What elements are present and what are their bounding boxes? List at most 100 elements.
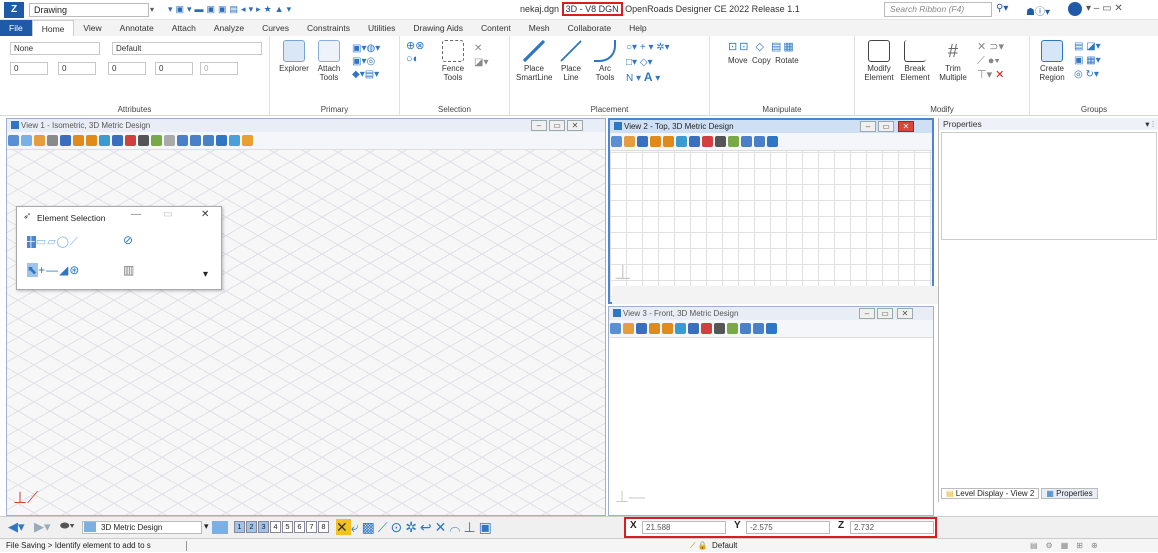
color-select[interactable]: 0 bbox=[10, 62, 48, 75]
selection-method-icons[interactable]: ┼▭▱◯⟋ bbox=[27, 235, 79, 249]
view-rotation-icon[interactable] bbox=[229, 135, 240, 146]
avatar[interactable] bbox=[1068, 2, 1082, 16]
placement-small-tools[interactable]: ○▾ + ▾ ✲▾ □▾ ◇▾ N ▾ A ▾ bbox=[626, 40, 670, 86]
tab-properties[interactable]: ▦ Properties bbox=[1041, 487, 1098, 499]
pin-icon[interactable]: ▾ ⫶ bbox=[1145, 118, 1154, 130]
arc-tools-button[interactable]: Arc Tools bbox=[590, 40, 620, 82]
lock-icon[interactable]: ⟋ 🔒 bbox=[690, 539, 708, 553]
selection-tools[interactable]: ⊕⊗ ○◐ bbox=[406, 40, 424, 66]
workflow-selector[interactable]: Drawing bbox=[29, 3, 149, 17]
maximize-button[interactable]: ▭ bbox=[163, 209, 172, 220]
line-weight-select[interactable]: 0 bbox=[108, 62, 146, 75]
snap-icon[interactable]: ✕ bbox=[336, 519, 351, 535]
view-previous-icon[interactable] bbox=[727, 323, 738, 334]
tab-annotate[interactable]: Annotate bbox=[111, 20, 163, 36]
window-area-icon[interactable] bbox=[675, 323, 686, 334]
zoom-out-icon[interactable] bbox=[662, 323, 673, 334]
active-level[interactable]: Default bbox=[712, 539, 737, 553]
tab-analyze[interactable]: Analyze bbox=[205, 20, 253, 36]
clear-selection-icon[interactable]: ✕ ◪▾ bbox=[474, 42, 488, 70]
place-line-button[interactable]: Place Line bbox=[556, 40, 586, 82]
groups-small-tools[interactable]: ▤ ◪▾ ▣ ▦▾ ◎ ↻▾ bbox=[1074, 40, 1101, 82]
copy-view-icon[interactable] bbox=[741, 136, 752, 147]
view-next-icon[interactable] bbox=[164, 135, 175, 146]
clip-mask-icon[interactable] bbox=[203, 135, 214, 146]
close-button[interactable]: ✕ bbox=[201, 209, 209, 220]
primary-small-tools[interactable]: ▣▾◍▾ ▣▾◎ ◆▾▤▾ bbox=[352, 42, 392, 81]
modify-element-button[interactable]: Modify Element bbox=[861, 40, 897, 82]
level-select[interactable]: None bbox=[10, 42, 100, 55]
search-ribbon-input[interactable]: Search Ribbon (F4) bbox=[884, 2, 992, 17]
zoom-out-icon[interactable] bbox=[86, 135, 97, 146]
model-type-icon[interactable]: ⬬▾ bbox=[60, 520, 75, 533]
priority-select[interactable]: 0 bbox=[200, 62, 238, 75]
modify-small-tools[interactable]: ✕ ⊃▾ ⟋ ●▾ ⊤▾ ✕ bbox=[977, 40, 1004, 82]
update-view-icon[interactable] bbox=[60, 135, 71, 146]
rotate-button[interactable]: Rotate bbox=[775, 56, 799, 65]
tab-collaborate[interactable]: Collaborate bbox=[559, 20, 620, 36]
saved-view-icon[interactable] bbox=[766, 323, 777, 334]
tab-utilities[interactable]: Utilities bbox=[359, 20, 404, 36]
minimize-button[interactable]: – bbox=[531, 120, 547, 131]
tab-file[interactable]: File bbox=[0, 20, 32, 36]
line-style-select[interactable]: 0 bbox=[58, 62, 96, 75]
keyin-icon[interactable]: ▣ bbox=[479, 519, 495, 535]
trim-multiple-button[interactable]: # Trim Multiple bbox=[935, 40, 971, 82]
fit-view-icon[interactable] bbox=[688, 323, 699, 334]
view-8-button[interactable]: 8 bbox=[318, 521, 329, 533]
view-3-front[interactable]: View 3 - Front, 3D Metric Design – ▭ ✕ ⊥… bbox=[608, 306, 934, 516]
view-7-button[interactable]: 7 bbox=[306, 521, 317, 533]
view-6-button[interactable]: 6 bbox=[294, 521, 305, 533]
lighting-icon[interactable] bbox=[34, 135, 45, 146]
help-icon[interactable]: ☗ⓘ▾ bbox=[1026, 3, 1050, 18]
tab-constraints[interactable]: Constraints bbox=[298, 20, 359, 36]
display-style-icon[interactable] bbox=[21, 135, 32, 146]
app-logo-icon[interactable]: Z bbox=[4, 2, 24, 18]
minimize-button[interactable]: — bbox=[131, 209, 141, 220]
view-attributes-icon[interactable] bbox=[611, 136, 622, 147]
forward-icon[interactable]: ▶▾ bbox=[34, 519, 51, 535]
x-coordinate-field[interactable]: 21.588 bbox=[642, 521, 726, 534]
status-icons[interactable]: ▤⚙▦⊞⊕ bbox=[1030, 539, 1106, 553]
close-button[interactable]: ✕ bbox=[567, 120, 583, 131]
view-1-isometric[interactable]: View 1 - Isometric, 3D Metric Design – ▭… bbox=[6, 118, 606, 516]
break-element-button[interactable]: Break Element bbox=[897, 40, 933, 82]
view-5-button[interactable]: 5 bbox=[282, 521, 293, 533]
close-button[interactable]: ✕ bbox=[898, 121, 914, 132]
zoom-in-icon[interactable] bbox=[649, 323, 660, 334]
view-2-button[interactable]: 2 bbox=[246, 521, 257, 533]
attach-tools-button[interactable]: Attach Tools bbox=[314, 40, 344, 82]
fence-tools-button[interactable]: Fence Tools bbox=[438, 40, 468, 82]
explorer-button[interactable]: Explorer bbox=[276, 40, 312, 73]
copy-view-icon[interactable] bbox=[740, 323, 751, 334]
tab-curves[interactable]: Curves bbox=[253, 20, 298, 36]
minimize-button[interactable]: – bbox=[860, 121, 876, 132]
window-area-icon[interactable] bbox=[99, 135, 110, 146]
close-button[interactable]: ✕ bbox=[897, 308, 913, 319]
rotate-view-icon[interactable] bbox=[701, 323, 712, 334]
clip-volume-icon[interactable] bbox=[753, 323, 764, 334]
accudraw-tools[interactable]: ✕⤶▩⟋⊙✲↩✕⌒⊥▣ bbox=[336, 519, 495, 536]
tab-drawing-aids[interactable]: Drawing Aids bbox=[404, 20, 472, 36]
update-view-icon[interactable] bbox=[637, 136, 648, 147]
place-smartline-button[interactable]: Place SmartLine bbox=[516, 40, 552, 82]
minimize-button[interactable]: – bbox=[859, 308, 875, 319]
z-coordinate-field[interactable]: 2.732 bbox=[850, 521, 934, 534]
quick-access-toolbar[interactable]: ▾▣▾▬▣▣▤◂▾▸★▲▾ bbox=[168, 4, 294, 15]
tab-view[interactable]: View bbox=[74, 20, 110, 36]
saved-view-icon[interactable] bbox=[767, 136, 778, 147]
maximize-button[interactable]: ▭ bbox=[877, 308, 893, 319]
model-select[interactable]: 3D Metric Design bbox=[82, 521, 202, 534]
y-coordinate-field[interactable]: -2.575 bbox=[746, 521, 830, 534]
back-icon[interactable]: ◀▾ bbox=[8, 519, 25, 535]
chevron-down-icon[interactable]: ▾ bbox=[204, 521, 209, 532]
zoom-in-icon[interactable] bbox=[650, 136, 661, 147]
pan-view-icon[interactable] bbox=[714, 323, 725, 334]
move-button[interactable]: Move bbox=[728, 56, 748, 65]
update-view-icon[interactable] bbox=[636, 323, 647, 334]
selection-mode-icons[interactable]: ⬉+—◢⊛ bbox=[27, 263, 80, 277]
style-select[interactable]: Default bbox=[112, 42, 262, 55]
tab-mesh[interactable]: Mesh bbox=[520, 20, 559, 36]
transparency-select[interactable]: 0 bbox=[155, 62, 193, 75]
zoom-in-icon[interactable] bbox=[73, 135, 84, 146]
